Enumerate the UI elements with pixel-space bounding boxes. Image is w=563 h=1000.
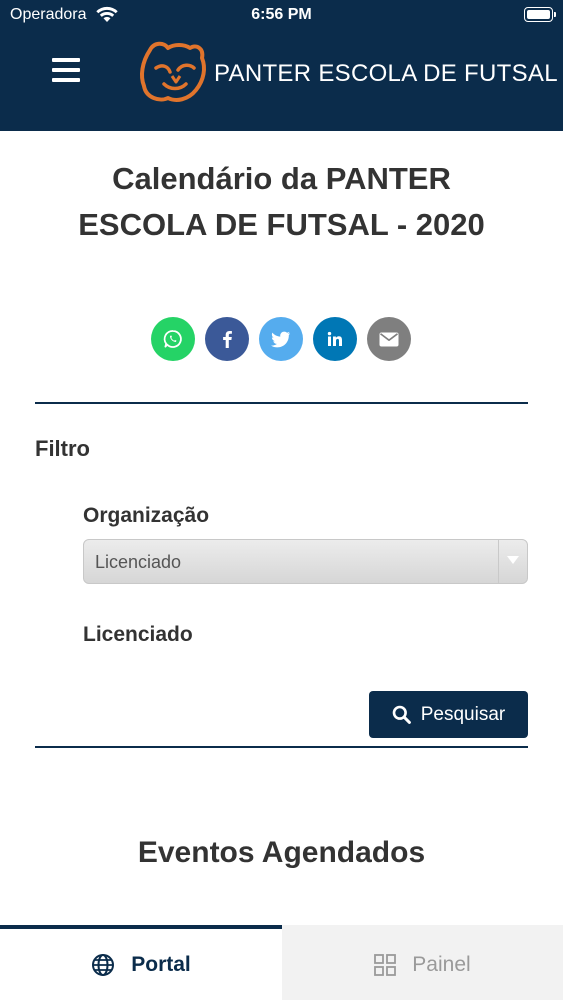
panther-logo-icon[interactable]: [138, 40, 208, 104]
section-divider-bottom: [35, 746, 528, 748]
chevron-down-icon: [507, 556, 519, 564]
tab-painel-label: Painel: [412, 952, 471, 976]
battery-icon: [524, 7, 556, 22]
organization-select-value: Licenciado: [95, 552, 182, 572]
select-arrow-area[interactable]: [498, 540, 527, 583]
brand-name: PANTER ESCOLA DE FUTSAL: [214, 60, 558, 87]
bottom-tab-bar: Portal Painel: [0, 925, 563, 1000]
search-button-label: Pesquisar: [420, 703, 506, 725]
dashboard-icon: [374, 953, 397, 976]
search-icon: [392, 705, 411, 724]
email-icon: [379, 332, 399, 346]
tab-painel[interactable]: Painel: [282, 925, 563, 1000]
organization-select[interactable]: Licenciado: [83, 539, 528, 584]
share-buttons: [151, 317, 411, 361]
status-bar: Operadora 6:56 PM: [0, 0, 563, 30]
share-twitter-button[interactable]: [259, 317, 303, 361]
events-title: Eventos Agendados: [137, 836, 426, 869]
hamburger-menu-icon[interactable]: [52, 58, 80, 82]
page-title: Calendário da PANTER ESCOLA DE FUTSAL - …: [78, 161, 485, 242]
app-header: Operadora 6:56 PM PANTER ESCOLA DE FUTSA…: [0, 0, 563, 131]
organization-label: Organização: [83, 504, 210, 527]
search-button[interactable]: Pesquisar: [369, 691, 528, 738]
twitter-icon: [271, 331, 290, 347]
section-divider-top: [35, 402, 528, 404]
share-facebook-button[interactable]: [205, 317, 249, 361]
share-email-button[interactable]: [367, 317, 411, 361]
licensee-label: Licenciado: [83, 623, 193, 646]
status-time: 6:56 PM: [251, 6, 312, 23]
whatsapp-icon: [163, 330, 182, 348]
facebook-icon: [223, 331, 232, 348]
tab-portal-label: Portal: [131, 952, 191, 976]
globe-icon: [92, 953, 115, 976]
share-linkedin-button[interactable]: [313, 317, 357, 361]
filter-title: Filtro: [35, 436, 90, 461]
linkedin-icon: [327, 331, 342, 346]
share-whatsapp-button[interactable]: [151, 317, 195, 361]
tab-portal[interactable]: Portal: [0, 925, 282, 1000]
